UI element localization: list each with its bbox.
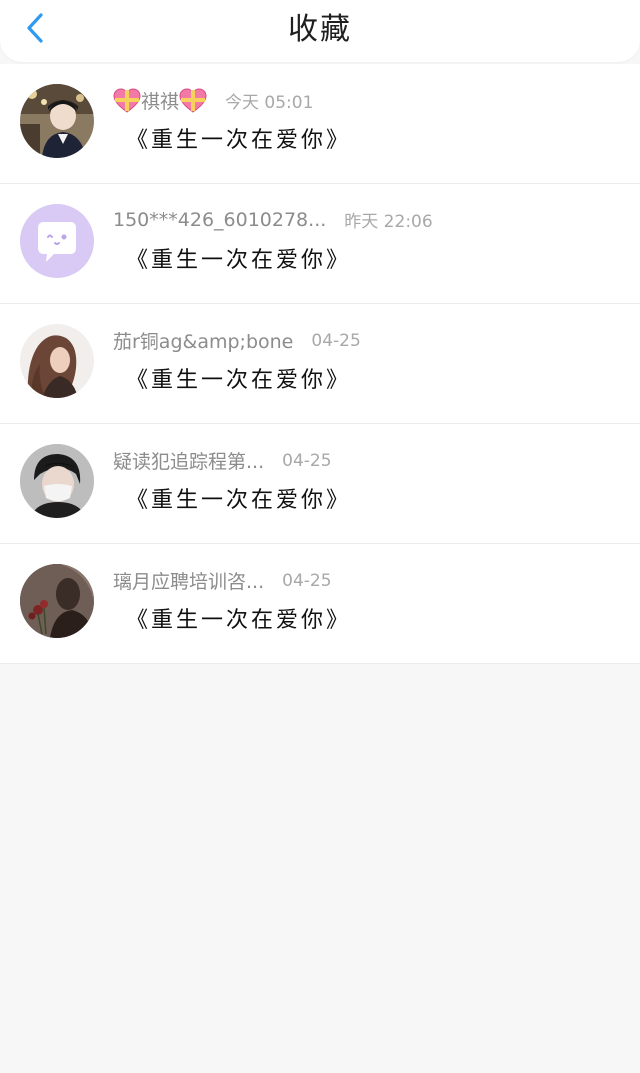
avatar-photo-icon: [20, 84, 94, 158]
avatar[interactable]: [20, 84, 94, 158]
chat-bubble-icon: [20, 204, 94, 278]
item-meta: 150***426_6010278... 昨天 22:06: [113, 207, 433, 233]
list-item[interactable]: 璃月应聘培训咨... 04-25 《重生一次在爱你》: [0, 544, 640, 664]
favorites-list: 祺祺 今天 05:01 《重生一次在爱你》 150***426_6010278.…: [0, 64, 640, 664]
timestamp: 04-25: [311, 330, 361, 351]
avatar[interactable]: [20, 564, 94, 638]
favorite-content: 《重生一次在爱你》: [126, 248, 352, 273]
favorite-content: 《重生一次在爱你》: [126, 128, 352, 153]
timestamp: 04-25: [282, 570, 332, 591]
item-meta: 璃月应聘培训咨... 04-25: [113, 567, 332, 594]
timestamp: 昨天 22:06: [344, 212, 433, 232]
avatar-photo-icon: [20, 324, 94, 398]
heart-gift-icon: [113, 87, 141, 113]
top-bar: 收藏: [0, 0, 640, 62]
timestamp: 今天 05:01: [225, 93, 314, 113]
item-meta: 疑读犯追踪程第... 04-25: [113, 447, 332, 474]
avatar-photo-icon: [20, 564, 94, 638]
list-item[interactable]: 祺祺 今天 05:01 《重生一次在爱你》: [0, 64, 640, 184]
favorite-content: 《重生一次在爱你》: [126, 368, 352, 393]
user-name: 璃月应聘培训咨...: [113, 571, 265, 593]
item-meta: 祺祺 今天 05:01: [113, 87, 313, 114]
heart-gift-icon: [179, 87, 207, 113]
list-item[interactable]: 疑读犯追踪程第... 04-25 《重生一次在爱你》: [0, 424, 640, 544]
user-name-text: 祺祺: [141, 91, 180, 113]
timestamp: 04-25: [282, 450, 332, 471]
favorite-content: 《重生一次在爱你》: [126, 608, 352, 633]
page-title: 收藏: [288, 12, 352, 47]
avatar[interactable]: [20, 444, 94, 518]
favorite-content: 《重生一次在爱你》: [126, 488, 352, 513]
avatar[interactable]: [20, 324, 94, 398]
item-meta: 茄r铜ag&amp;bone 04-25: [113, 327, 361, 354]
list-item[interactable]: 150***426_6010278... 昨天 22:06 《重生一次在爱你》: [0, 184, 640, 304]
user-name: 祺祺: [113, 87, 207, 114]
list-item[interactable]: 茄r铜ag&amp;bone 04-25 《重生一次在爱你》: [0, 304, 640, 424]
avatar-photo-icon: [20, 444, 94, 518]
user-name: 150***426_6010278...: [113, 208, 327, 231]
user-name: 疑读犯追踪程第...: [113, 451, 265, 473]
user-name: 茄r铜ag&amp;bone: [113, 331, 294, 353]
avatar[interactable]: [20, 204, 94, 278]
